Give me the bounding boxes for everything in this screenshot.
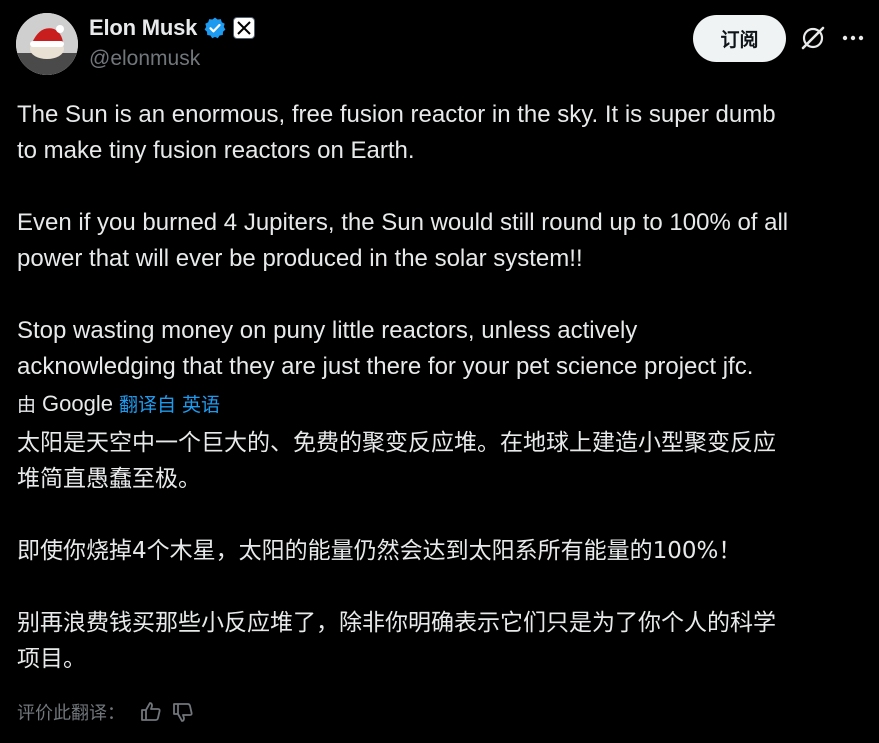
google-logo: Google — [42, 390, 113, 416]
translated-by-label: 由 — [17, 394, 37, 416]
translated-from-link[interactable]: 翻译自 英语 — [119, 390, 220, 417]
x-logo-icon[interactable] — [233, 17, 256, 39]
author-row: Elon Musk — [89, 15, 256, 41]
subscribe-button[interactable]: 订阅 — [693, 15, 786, 62]
translation-attribution: 由 Google 翻译自 英语 — [17, 390, 220, 417]
santa-hat-avatar-icon — [16, 13, 78, 75]
author-name[interactable]: Elon Musk — [89, 15, 197, 41]
verified-badge-icon[interactable] — [203, 16, 227, 40]
translated-text: 太阳是天空中一个巨大的、免费的聚变反应堆。在地球上建造小型聚变反应 堆简直愚蠢至… — [17, 430, 776, 672]
thumbs-up-icon[interactable] — [139, 700, 163, 724]
author-handle[interactable]: @elonmusk — [89, 47, 200, 71]
more-options-icon[interactable] — [840, 25, 866, 51]
grok-icon[interactable] — [799, 24, 827, 52]
tweet-text: The Sun is an enormous, free fusion reac… — [17, 101, 789, 380]
thumbs-down-icon[interactable] — [171, 700, 195, 724]
rate-translation-row: 评价此翻译： — [17, 699, 195, 725]
avatar[interactable] — [16, 13, 78, 75]
rate-translation-label: 评价此翻译： — [17, 703, 125, 724]
